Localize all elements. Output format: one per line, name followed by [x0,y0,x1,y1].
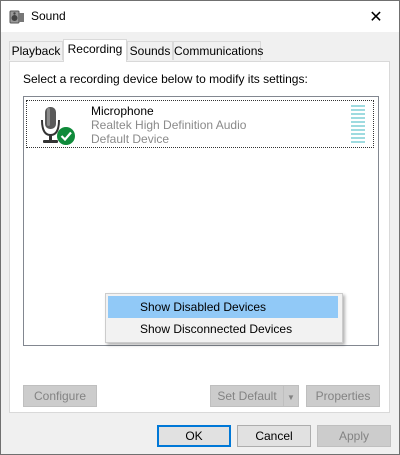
ok-button[interactable]: OK [157,425,231,447]
sound-dialog: Sound ✕ Playback Recording Sounds Commun… [0,0,400,455]
device-driver: Realtek High Definition Audio [91,118,247,132]
set-default-dropdown[interactable]: ▼ [283,385,299,407]
dropdown-arrow-icon: ▼ [287,393,295,402]
window-title: Sound [31,9,66,23]
tab-label: Sounds [129,44,171,58]
tab-recording[interactable]: Recording [63,39,127,62]
close-button[interactable]: ✕ [353,1,399,32]
tab-playback[interactable]: Playback [9,41,63,60]
tab-label: Recording [67,42,123,56]
apply-button[interactable]: Apply [317,425,391,447]
context-menu: Show Disabled Devices Show Disconnected … [105,293,343,343]
microphone-icon [41,107,75,145]
cancel-button[interactable]: Cancel [237,425,311,447]
tab-communications[interactable]: Communications [173,41,264,60]
tab-label: Playback [11,44,61,58]
device-name: Microphone [91,104,154,118]
configure-button[interactable]: Configure [23,385,97,407]
menu-item-show-disconnected[interactable]: Show Disconnected Devices [108,318,338,340]
device-status: Default Device [91,132,170,146]
default-check-icon [57,127,75,145]
tab-sounds[interactable]: Sounds [127,41,173,60]
instruction-text: Select a recording device below to modif… [23,72,308,86]
device-item-microphone[interactable]: Microphone Realtek High Definition Audio… [26,100,374,148]
speaker-icon [9,10,24,24]
menu-item-show-disabled[interactable]: Show Disabled Devices [108,296,338,318]
level-meter [351,105,365,143]
tab-label: Communications [174,44,264,58]
close-icon: ✕ [369,8,383,26]
set-default-button[interactable]: Set Default [210,385,284,407]
properties-button[interactable]: Properties [306,385,380,407]
recording-panel: Select a recording device below to modif… [9,61,390,413]
title-bar[interactable]: Sound ✕ [1,1,399,32]
